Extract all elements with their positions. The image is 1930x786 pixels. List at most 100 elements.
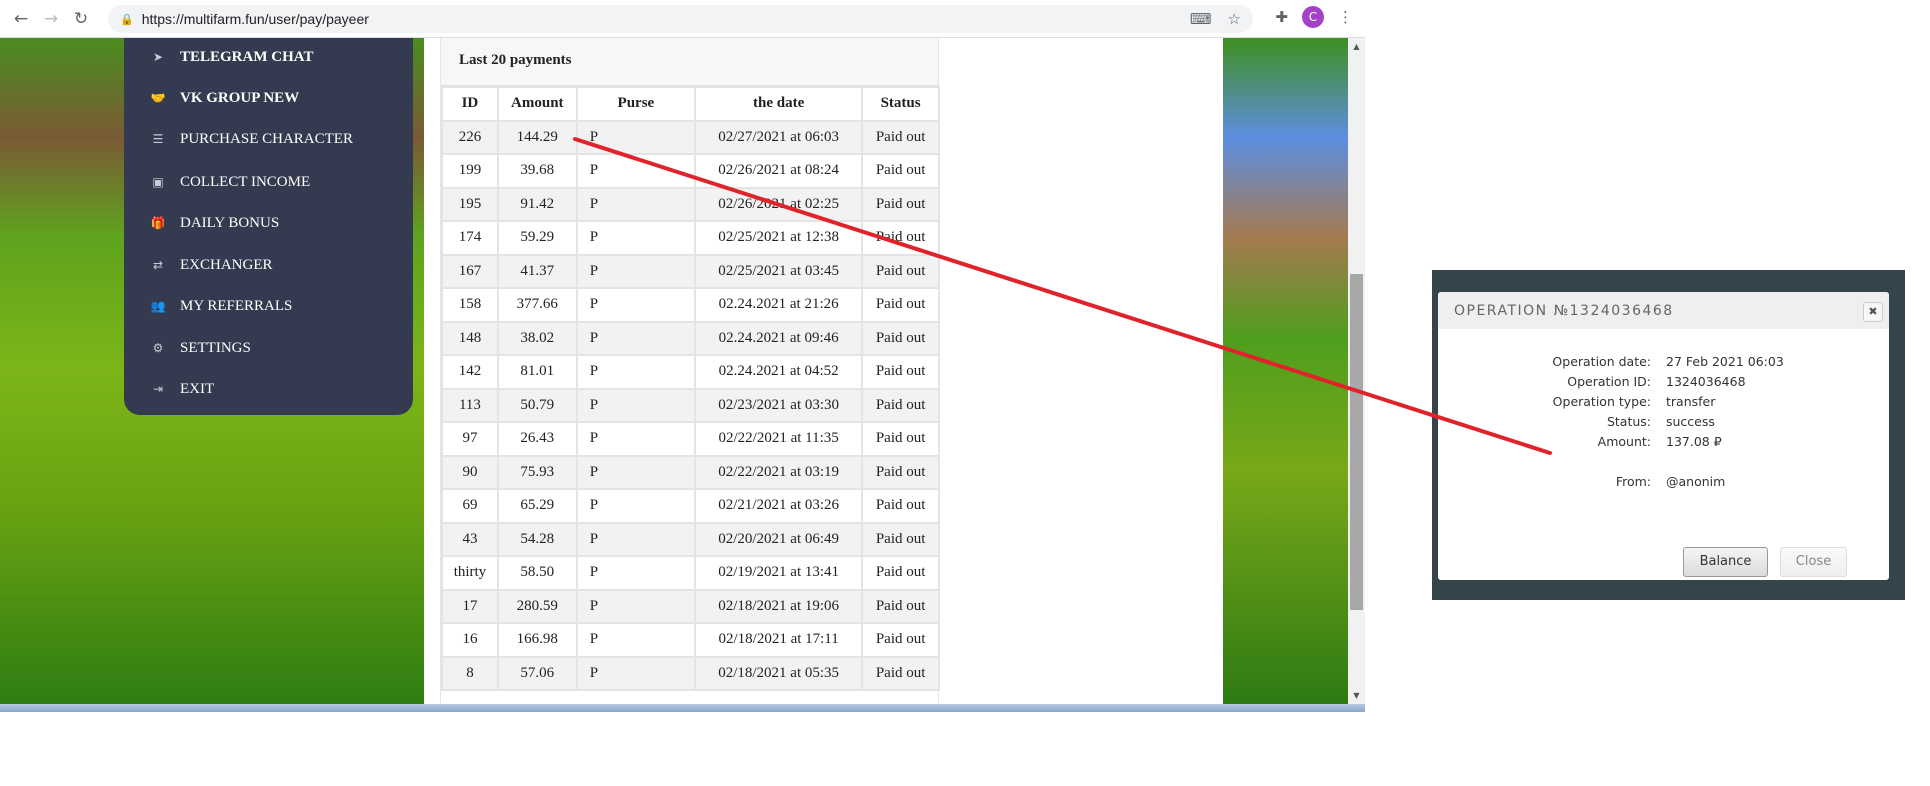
menu-kebab-icon[interactable]: ⋮ xyxy=(1338,8,1353,26)
cell-id: 226 xyxy=(441,119,499,155)
sidebar-item-daily-bonus[interactable]: 🎁 DAILY BONUS xyxy=(148,212,280,234)
cell-purse: P xyxy=(575,220,697,256)
cell-amount: 39.68 xyxy=(496,153,578,189)
panel-title: Last 20 payments xyxy=(441,38,938,86)
cell-status: Paid out xyxy=(861,253,940,289)
sidebar-item-purchase-character[interactable]: ☰ PURCHASE CHARACTER xyxy=(148,128,353,150)
sidebar-item-label: PURCHASE CHARACTER xyxy=(180,130,353,147)
cell-amount: 81.01 xyxy=(496,354,578,390)
cell-status: Paid out xyxy=(861,287,940,323)
field-label: Operation ID: xyxy=(1567,374,1651,389)
cell-id: 113 xyxy=(441,387,499,423)
cell-status: Paid out xyxy=(861,454,940,490)
scroll-down-icon[interactable]: ▼ xyxy=(1348,691,1365,700)
cell-status: Paid out xyxy=(861,186,940,222)
cell-date: 02/25/2021 at 12:38 xyxy=(694,220,864,256)
url-text: https://multifarm.fun/user/pay/payeer xyxy=(141,11,369,27)
cell-amount: 377.66 xyxy=(496,287,578,323)
cell-id: 148 xyxy=(441,320,499,356)
cell-status: Paid out xyxy=(861,220,940,256)
cell-id: 16 xyxy=(441,622,499,658)
sidebar-item-label: EXCHANGER xyxy=(180,256,273,273)
cell-date: 02/20/2021 at 06:49 xyxy=(694,521,864,557)
cell-status: Paid out xyxy=(861,354,940,390)
cell-date: 02/27/2021 at 06:03 xyxy=(694,119,864,155)
close-button[interactable]: Close xyxy=(1780,547,1847,577)
reload-icon[interactable]: ↻ xyxy=(66,9,96,29)
exchange-icon: ⇄ xyxy=(152,258,164,272)
field-value: @anonim xyxy=(1666,474,1726,489)
field-value: 27 Feb 2021 06:03 xyxy=(1666,354,1784,369)
back-icon[interactable]: ← xyxy=(6,9,36,29)
scrollbar-thumb[interactable] xyxy=(1350,274,1363,610)
main-content: Last 20 payments ID Amount Purse the date St… xyxy=(424,38,1223,704)
cell-amount: 280.59 xyxy=(496,588,578,624)
star-icon[interactable]: ☆ xyxy=(1228,10,1241,28)
cell-purse: P xyxy=(575,488,697,524)
taskbar xyxy=(0,704,1365,712)
cell-id: 195 xyxy=(441,186,499,222)
cell-date: 02.24.2021 at 21:26 xyxy=(694,287,864,323)
cell-purse: P xyxy=(575,186,697,222)
cell-amount: 54.28 xyxy=(496,521,578,557)
cell-amount: 144.29 xyxy=(496,119,578,155)
sign-out-icon: ⇥ xyxy=(152,382,164,396)
cell-id: 199 xyxy=(441,153,499,189)
cell-purse: P xyxy=(575,655,697,691)
close-icon[interactable]: ✖ xyxy=(1863,302,1883,322)
cell-date: 02/23/2021 at 03:30 xyxy=(694,387,864,423)
table-row: 142 81.01 P 02.24.2021 at 04:52 Paid out xyxy=(441,354,940,390)
cell-date: 02/18/2021 at 17:11 xyxy=(694,622,864,658)
sidebar-item-label: SETTINGS xyxy=(180,339,251,356)
table-row: 195 91.42 P 02/26/2021 at 02:25 Paid out xyxy=(441,186,940,222)
field-label: Operation date: xyxy=(1552,354,1651,369)
field-value: success xyxy=(1666,414,1715,429)
cell-status: Paid out xyxy=(861,320,940,356)
cell-date: 02/26/2021 at 02:25 xyxy=(694,186,864,222)
sidebar-menu: ➤ TELEGRAM CHAT 🤝 VK GROUP NEW ☰ PURCHASE CHA… xyxy=(124,38,413,415)
list-icon: ☰ xyxy=(152,132,164,146)
sidebar-item-exit[interactable]: ⇥ EXIT xyxy=(148,378,214,400)
translate-icon[interactable]: ⌨ xyxy=(1190,10,1212,28)
sidebar-item-settings[interactable]: ⚙ SETTINGS xyxy=(148,337,251,359)
forward-icon[interactable]: → xyxy=(36,9,66,29)
jungle-background-right xyxy=(1223,38,1348,704)
cell-purse: P xyxy=(575,421,697,457)
scroll-up-icon[interactable]: ▲ xyxy=(1348,42,1365,51)
scrollbar[interactable]: ▲ ▼ xyxy=(1348,38,1365,704)
column-header: ID xyxy=(441,86,499,122)
cell-date: 02/25/2021 at 03:45 xyxy=(694,253,864,289)
cell-date: 02/22/2021 at 03:19 xyxy=(694,454,864,490)
sidebar-item-label: EXIT xyxy=(180,380,215,397)
sidebar-item-vk-group-new[interactable]: 🤝 VK GROUP NEW xyxy=(148,87,300,109)
cell-purse: P xyxy=(575,521,697,557)
table-row: 174 59.29 P 02/25/2021 at 12:38 Paid out xyxy=(441,220,940,256)
gift-icon: 🎁 xyxy=(150,216,166,230)
payments-panel: Last 20 payments ID Amount Purse the date St… xyxy=(440,38,940,704)
address-bar[interactable]: 🔒 https://multifarm.fun/user/pay/payeer … xyxy=(108,5,1253,33)
sidebar-item-exchanger[interactable]: ⇄ EXCHANGER xyxy=(148,254,273,276)
cell-status: Paid out xyxy=(861,655,940,691)
cell-id: 69 xyxy=(441,488,499,524)
cell-purse: P xyxy=(575,622,697,658)
table-row: 148 38.02 P 02.24.2021 at 09:46 Paid out xyxy=(441,320,940,356)
cell-amount: 38.02 xyxy=(496,320,578,356)
cell-purse: P xyxy=(575,153,697,189)
extensions-icon[interactable]: ✚ xyxy=(1275,8,1288,26)
cell-status: Paid out xyxy=(861,421,940,457)
column-header: the date xyxy=(694,86,864,122)
sidebar-item-collect-income[interactable]: ▣ COLLECT INCOME xyxy=(148,171,310,193)
sidebar-item-telegram-chat[interactable]: ➤ TELEGRAM CHAT xyxy=(148,46,314,68)
cell-purse: P xyxy=(575,253,697,289)
field-label: Operation type: xyxy=(1552,394,1651,409)
cell-status: Paid out xyxy=(861,622,940,658)
cell-id: 43 xyxy=(441,521,499,557)
avatar[interactable]: C xyxy=(1302,6,1324,28)
payments-table: ID Amount Purse the date Status 226 144.29 P 02… xyxy=(441,86,940,691)
sidebar-item-my-referrals[interactable]: 👥 MY REFERRALS xyxy=(148,295,293,317)
balance-button[interactable]: Balance xyxy=(1683,547,1768,577)
cell-status: Paid out xyxy=(861,488,940,524)
table-row: 17 280.59 P 02/18/2021 at 19:06 Paid out xyxy=(441,588,940,624)
cell-amount: 50.79 xyxy=(496,387,578,423)
cell-date: 02/26/2021 at 08:24 xyxy=(694,153,864,189)
